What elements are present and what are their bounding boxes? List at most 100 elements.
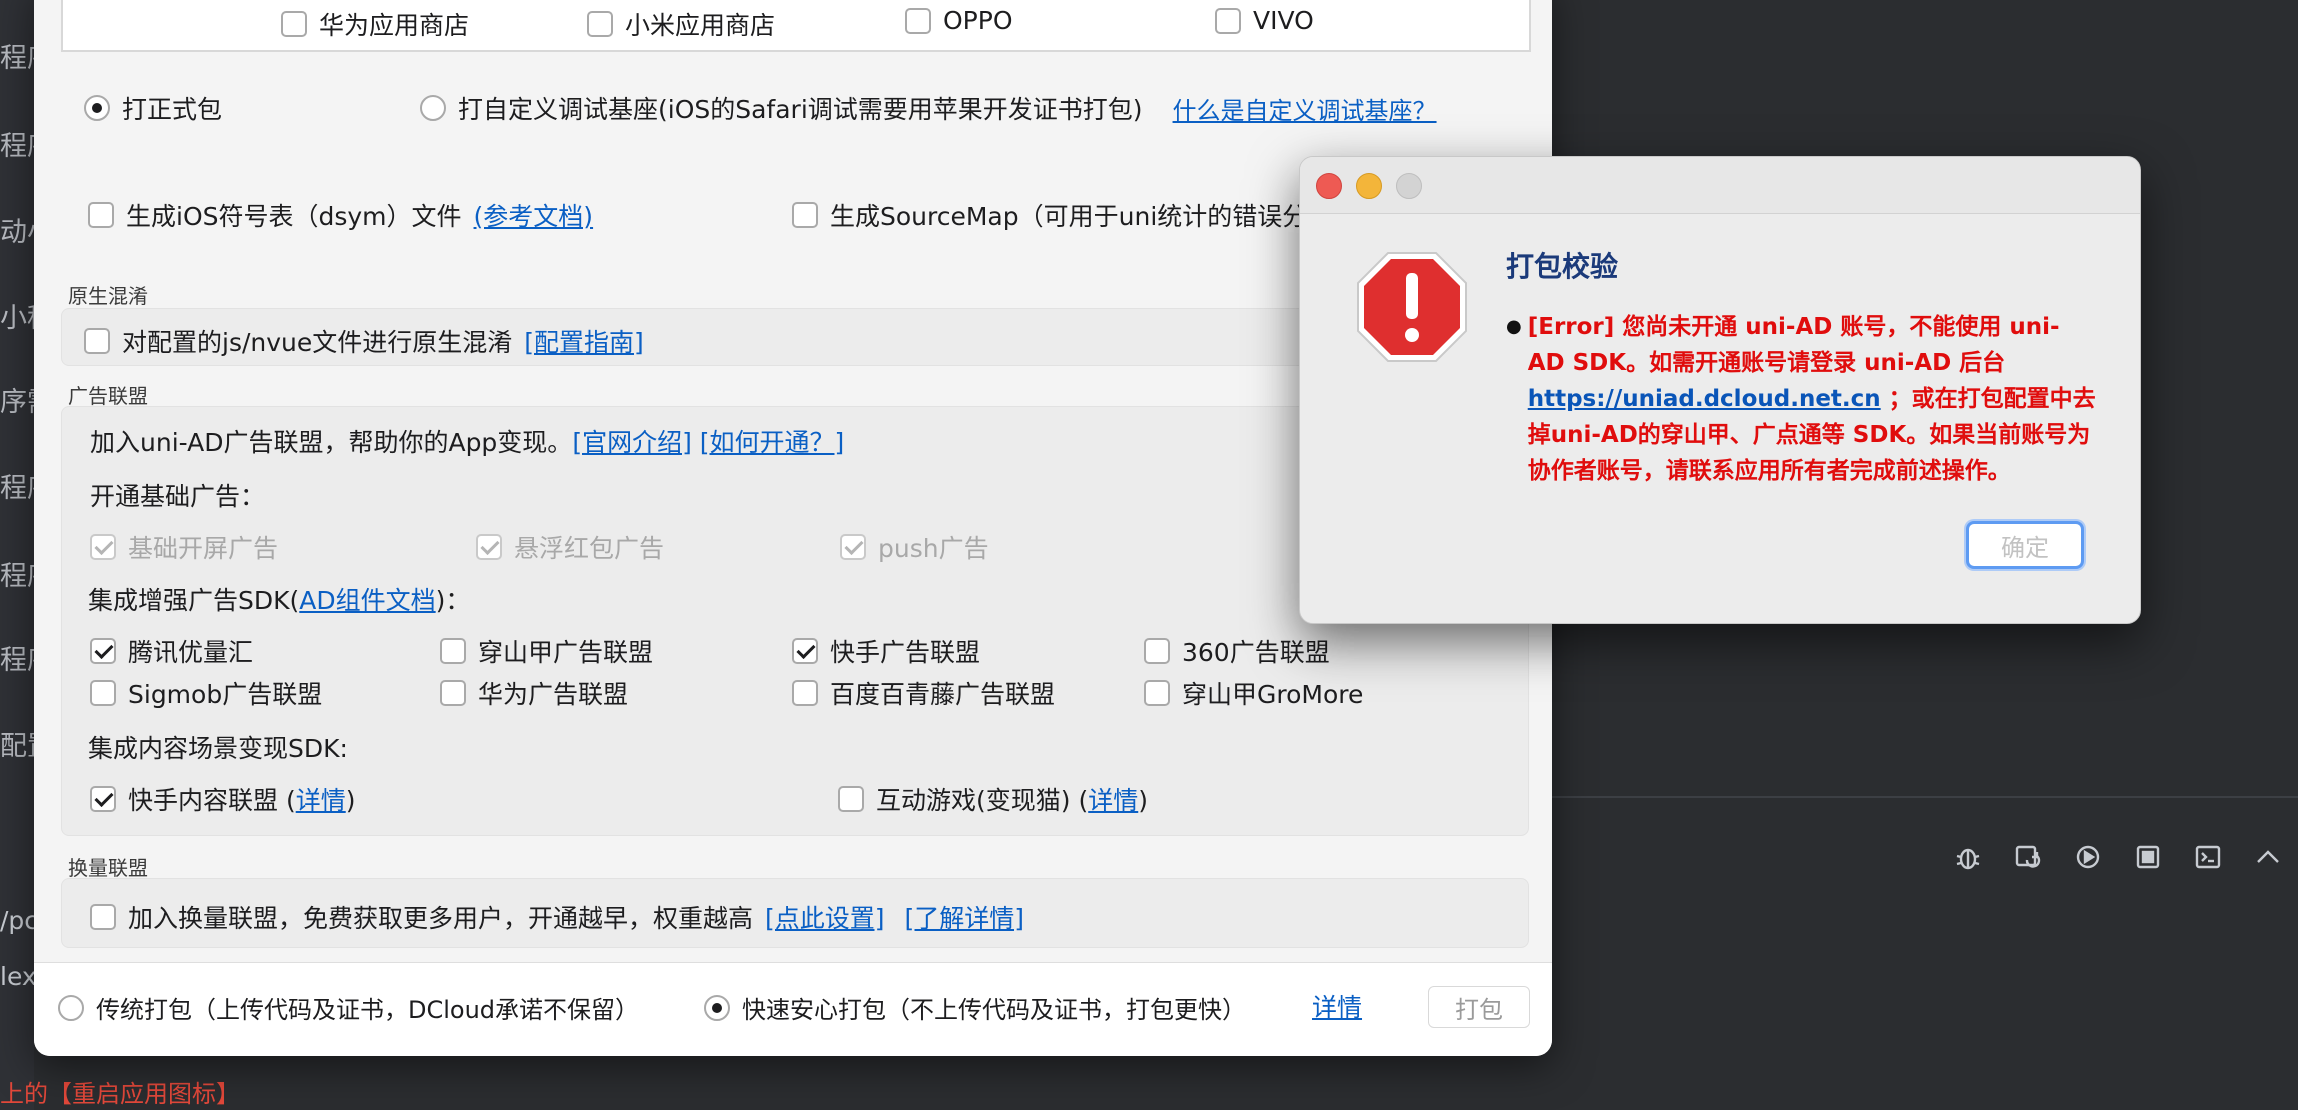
label-close: ) [345,786,356,815]
radio-button[interactable] [58,994,84,1021]
ok-button[interactable]: 确定 [1966,521,2084,569]
option-label: 生成SourceMap（可用于uni统计的错误分 [830,202,1308,231]
checkbox[interactable] [792,680,818,706]
enhanced-ad-option[interactable]: 穿山甲GroMore [1144,675,1363,711]
radio-button[interactable] [704,994,730,1021]
checkbox[interactable] [90,680,116,706]
option-label: 华为应用商店 [319,11,470,40]
checkbox[interactable] [838,786,864,812]
exchange-details-link[interactable]: [了解详情] [905,899,1025,935]
ad-component-doc-link[interactable]: AD组件文档 [299,586,435,615]
basic-ad-option: 基础开屏广告 [90,529,278,565]
store-vivo-option[interactable]: VIVO [1215,6,1314,35]
chevron-up-icon[interactable] [2238,840,2298,874]
checkbox[interactable] [1144,638,1170,664]
radio-button[interactable] [420,95,446,121]
option-label: 快手内容联盟 (详情) [128,781,355,817]
app-store-box: 华为应用商店 小米应用商店 OPPO VIVO [61,0,1531,52]
kuaishou-details-link[interactable]: 详情 [296,786,346,815]
exchange-settings-link[interactable]: [点此设置] [765,899,885,935]
uniad-backend-link[interactable]: https://uniad.dcloud.net.cn [1528,386,1881,412]
kuaishou-content-option[interactable]: 快手内容联盟 (详情) [90,781,355,817]
option-label: 打正式包 [122,95,223,124]
how-to-open-link[interactable]: [如何开通？] [700,428,845,457]
alert-titlebar [1300,157,2140,214]
message-pre: [Error] 您尚未开通 uni-AD 账号，不能使用 uni-AD SDK。… [1527,314,2060,376]
enhanced-ad-option[interactable]: 360广告联盟 [1144,633,1330,669]
custom-base-radio[interactable]: 打自定义调试基座(iOS的Safari调试需要用苹果开发证书打包) 什么是自定义… [420,90,1437,126]
restart-icon[interactable] [1998,840,2058,874]
checkbox[interactable] [90,904,116,930]
option-label: 加入换量联盟，免费获取更多用户，开通越早，权重越高 [128,904,754,933]
debug-bug-icon[interactable] [1938,840,1998,874]
traditional-pack-radio[interactable]: 传统打包（上传代码及证书，DCloud承诺不保留） [58,990,639,1025]
store-oppo-option[interactable]: OPPO [905,6,1013,35]
enhanced-ad-option[interactable]: 腾讯优量汇 [90,633,253,669]
option-label: 打自定义调试基座(iOS的Safari调试需要用苹果开发证书打包) [458,95,1143,124]
obfuscation-guide-link[interactable]: [配置指南] [524,323,644,359]
option-label: OPPO [943,6,1013,35]
checkbox[interactable] [792,202,818,228]
enhanced-ad-option[interactable]: 华为广告联盟 [440,675,628,711]
terminal-icon[interactable] [2178,840,2238,874]
title-prefix: 集成增强广告SDK( [88,586,300,615]
obfuscation-section-title: 原生混淆 [68,284,148,308]
checkbox[interactable] [1144,680,1170,706]
enhanced-ad-option[interactable]: 快手广告联盟 [792,633,980,669]
label-text: 互动游戏(变现猫) ( [876,786,1089,815]
stop-warning-icon [1352,247,1472,371]
checkbox[interactable] [84,328,110,354]
obfuscation-option[interactable]: 对配置的js/nvue文件进行原生混淆 [配置指南] [84,323,644,359]
checkbox[interactable] [792,638,818,664]
minimize-window-button[interactable] [1356,173,1382,199]
exchange-section-title: 换量联盟 [68,856,148,880]
enhanced-ad-option[interactable]: Sigmob广告联盟 [90,675,322,711]
option-label: 小米应用商店 [625,11,776,40]
option-label: 传统打包（上传代码及证书，DCloud承诺不保留） [96,996,640,1024]
formal-package-radio[interactable]: 打正式包 [84,90,222,126]
option-label: 悬浮红包广告 [514,534,665,563]
radio-button[interactable] [84,95,110,121]
checkbox [476,534,502,560]
pack-button[interactable]: 打包 [1428,986,1530,1028]
store-huawei-option[interactable]: 华为应用商店 [281,6,469,42]
dsym-doc-link[interactable]: (参考文档) [474,197,594,233]
fast-pack-radio[interactable]: 快速安心打包（不上传代码及证书，打包更快） [704,990,1246,1025]
stop-icon[interactable] [2118,840,2178,874]
game-details-link[interactable]: 详情 [1088,786,1138,815]
dsym-option[interactable]: 生成iOS符号表（dsym）文件 (参考文档) [88,197,593,233]
zoom-window-button[interactable] [1396,173,1422,199]
interactive-game-option[interactable]: 互动游戏(变现猫) (详情) [838,781,1148,817]
checkbox[interactable] [90,786,116,812]
option-label: 互动游戏(变现猫) (详情) [876,781,1148,817]
official-intro-link[interactable]: [官网介绍] [572,428,692,457]
fast-pack-details-link[interactable]: 详情 [1312,988,1362,1024]
checkbox[interactable] [90,638,116,664]
checkbox[interactable] [88,202,114,228]
custom-base-help-link[interactable]: 什么是自定义调试基座？ [1173,91,1437,126]
option-label: 穿山甲广告联盟 [478,638,654,667]
content-ads-title: 集成内容场景变现SDK: [88,734,348,763]
checkbox[interactable] [1215,7,1241,34]
sourcemap-option[interactable]: 生成SourceMap（可用于uni统计的错误分 [792,197,1307,233]
checkbox[interactable] [587,11,613,37]
option-label: 百度百青藤广告联盟 [830,680,1056,709]
exchange-option[interactable]: 加入换量联盟，免费获取更多用户，开通越早，权重越高 [点此设置] [了解详情] [90,899,1024,935]
checkbox[interactable] [440,638,466,664]
option-label: 快速安心打包（不上传代码及证书，打包更快） [742,996,1246,1024]
store-xiaomi-option[interactable]: 小米应用商店 [587,6,775,42]
enhanced-ad-option[interactable]: 百度百青藤广告联盟 [792,675,1055,711]
option-label: 360广告联盟 [1182,638,1330,667]
option-label: 穿山甲GroMore [1182,680,1364,709]
checkbox[interactable] [905,7,931,34]
console-line: lex [0,962,37,991]
ad-union-intro: 加入uni-AD广告联盟，帮助你的App变现。[官网介绍] [如何开通？] [90,423,844,459]
close-window-button[interactable] [1316,173,1342,199]
enhanced-ad-option[interactable]: 穿山甲广告联盟 [440,633,653,669]
run-icon[interactable] [2058,840,2118,874]
checkbox[interactable] [440,680,466,706]
option-label: 生成iOS符号表（dsym）文件 [126,202,462,231]
bullet-icon: ● [1506,316,1522,337]
checkbox[interactable] [281,11,307,37]
validation-alert: 打包校验 ● [Error] 您尚未开通 uni-AD 账号，不能使用 uni-… [1299,156,2141,624]
